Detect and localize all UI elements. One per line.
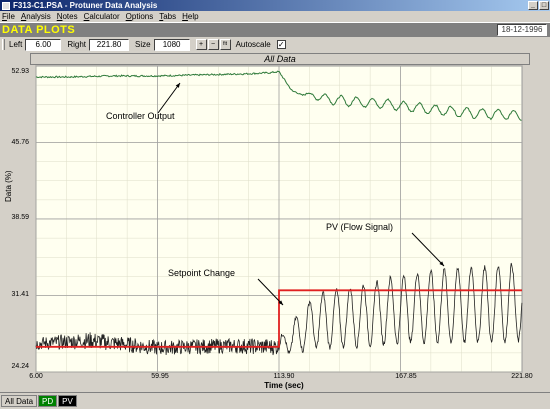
toolbar-grip[interactable] bbox=[2, 39, 5, 50]
menu-notes[interactable]: Notes bbox=[57, 12, 78, 21]
toolbar: Left 6.00 Right 221.80 Size 1080 + − fit… bbox=[0, 37, 550, 52]
x-tick-label: 221.80 bbox=[511, 373, 533, 380]
x-axis-label: Time (sec) bbox=[264, 381, 304, 390]
date-display: 18-12-1996 bbox=[497, 24, 547, 36]
x-tick-label: 167.85 bbox=[395, 373, 417, 380]
x-tick-label: 59.95 bbox=[151, 373, 169, 380]
maximize-button[interactable]: □ bbox=[539, 1, 549, 10]
title-bar: F313-C1.PSA - Protuner Data Analysis _ □ bbox=[0, 0, 550, 11]
right-input[interactable]: 221.80 bbox=[89, 38, 130, 51]
menu-options[interactable]: Options bbox=[126, 12, 154, 21]
tab-pv[interactable]: PV bbox=[58, 395, 77, 407]
annotation-controller-output: Controller Output bbox=[106, 111, 175, 121]
y-tick-label: 45.76 bbox=[11, 139, 29, 146]
left-label: Left bbox=[9, 40, 23, 49]
menu-tabs[interactable]: Tabs bbox=[159, 12, 176, 21]
annotation-pv: PV (Flow Signal) bbox=[326, 222, 394, 232]
y-tick-label: 24.24 bbox=[11, 363, 29, 370]
y-tick-label: 38.59 bbox=[11, 214, 29, 221]
menu-file[interactable]: File bbox=[2, 12, 15, 21]
app-icon bbox=[2, 1, 10, 10]
autoscale-label: Autoscale bbox=[235, 40, 271, 49]
minimize-button[interactable]: _ bbox=[528, 1, 538, 10]
zoom-in-icon[interactable]: + bbox=[195, 39, 207, 50]
window-title: F313-C1.PSA - Protuner Data Analysis bbox=[13, 1, 158, 10]
y-tick-label: 52.93 bbox=[11, 68, 29, 75]
x-tick-label: 6.00 bbox=[29, 373, 43, 380]
plot-svg bbox=[35, 65, 523, 373]
menu-help[interactable]: Help bbox=[182, 12, 198, 21]
menu-analysis[interactable]: Analysis bbox=[21, 12, 51, 21]
tab-all-data[interactable]: All Data bbox=[1, 395, 38, 407]
size-label: Size bbox=[135, 40, 151, 49]
y-tick-label: 31.41 bbox=[11, 291, 29, 298]
zoom-out-icon[interactable]: − bbox=[207, 39, 219, 50]
window-controls: _ □ bbox=[528, 1, 549, 10]
tab-pd[interactable]: PD bbox=[38, 395, 58, 407]
app-window: F313-C1.PSA - Protuner Data Analysis _ □… bbox=[0, 0, 550, 409]
right-label: Right bbox=[67, 40, 87, 49]
x-tick-label: 113.90 bbox=[273, 373, 295, 380]
menu-calculator[interactable]: Calculator bbox=[84, 12, 120, 21]
y-axis-label: Data (%) bbox=[4, 170, 13, 202]
menu-bar: File Analysis Notes Calculator Options T… bbox=[0, 11, 550, 22]
size-input[interactable]: 1080 bbox=[153, 38, 190, 51]
bottom-tab-bar: All Data PD PV bbox=[0, 392, 550, 409]
data-plots-header: DATA PLOTS 18-12-1996 bbox=[0, 22, 550, 37]
data-plots-title: DATA PLOTS bbox=[2, 24, 76, 36]
plot-frame: All Data bbox=[30, 53, 530, 373]
fit-icon[interactable]: fit bbox=[219, 39, 231, 50]
left-input[interactable]: 6.00 bbox=[25, 38, 62, 51]
annotation-setpoint-change: Setpoint Change bbox=[168, 268, 236, 278]
autoscale-checkbox[interactable]: ✓ bbox=[276, 40, 286, 49]
